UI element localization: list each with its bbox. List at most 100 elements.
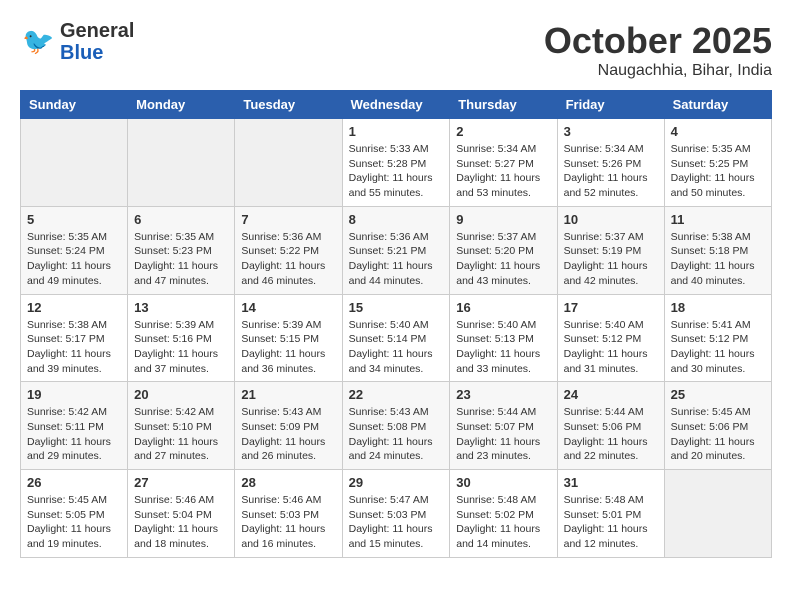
calendar-cell: 6 Sunrise: 5:35 AM Sunset: 5:23 PM Daylig…: [128, 206, 235, 294]
calendar-cell: 12Sunrise: 5:38 AM Sunset: 5:17 PM Dayli…: [21, 294, 128, 382]
day-info: Sunrise: 5:37 AM Sunset: 5:19 PM Dayligh…: [564, 230, 658, 289]
calendar-cell: 7Sunrise: 5:36 AM Sunset: 5:22 PM Daylig…: [235, 206, 342, 294]
day-number: 30: [456, 475, 550, 490]
day-number: 10: [564, 212, 658, 227]
calendar-cell: 10 Sunrise: 5:37 AM Sunset: 5:19 PM Dayli…: [557, 206, 664, 294]
day-number: 20: [134, 387, 228, 402]
calendar-cell: [128, 119, 235, 207]
day-number: 27: [134, 475, 228, 490]
calendar-cell: 14 Sunrise: 5:39 AM Sunset: 5:15 PM Dayli…: [235, 294, 342, 382]
calendar-cell: 31Sunrise: 5:48 AM Sunset: 5:01 PM Dayli…: [557, 470, 664, 558]
logo: 🐦 General Blue: [20, 20, 134, 64]
day-info: Sunrise: 5:45 AM Sunset: 5:06 PM Dayligh…: [671, 405, 765, 464]
day-number: 3: [564, 124, 658, 139]
calendar-cell: 3 Sunrise: 5:34 AM Sunset: 5:26 PM Daylig…: [557, 119, 664, 207]
calendar-cell: 27 Sunrise: 5:46 AM Sunset: 5:04 PM Dayli…: [128, 470, 235, 558]
day-info: Sunrise: 5:38 AM Sunset: 5:17 PM Dayligh…: [27, 318, 121, 377]
day-number: 6: [134, 212, 228, 227]
day-number: 2: [456, 124, 550, 139]
day-number: 5: [27, 212, 121, 227]
day-info: Sunrise: 5:34 AM Sunset: 5:26 PM Dayligh…: [564, 142, 658, 201]
day-number: 31: [564, 475, 658, 490]
location: Naugachhia, Bihar, India: [544, 62, 772, 80]
day-info: Sunrise: 5:36 AM Sunset: 5:21 PM Dayligh…: [349, 230, 444, 289]
day-info: Sunrise: 5:40 AM Sunset: 5:12 PM Dayligh…: [564, 318, 658, 377]
week-row-4: 19 Sunrise: 5:42 AM Sunset: 5:11 PM Dayli…: [21, 382, 772, 470]
day-info: Sunrise: 5:40 AM Sunset: 5:13 PM Dayligh…: [456, 318, 550, 377]
calendar-cell: 20 Sunrise: 5:42 AM Sunset: 5:10 PM Dayli…: [128, 382, 235, 470]
logo-text-block: General Blue: [60, 20, 134, 64]
calendar-cell: 13 Sunrise: 5:39 AM Sunset: 5:16 PM Dayli…: [128, 294, 235, 382]
title-block: October 2025 Naugachhia, Bihar, India: [544, 20, 772, 80]
day-info: Sunrise: 5:39 AM Sunset: 5:15 PM Dayligh…: [241, 318, 335, 377]
day-info: Sunrise: 5:40 AM Sunset: 5:14 PM Dayligh…: [349, 318, 444, 377]
weekday-header-friday: Friday: [557, 91, 664, 119]
day-number: 21: [241, 387, 335, 402]
day-info: Sunrise: 5:43 AM Sunset: 5:09 PM Dayligh…: [241, 405, 335, 464]
day-number: 13: [134, 300, 228, 315]
day-info: Sunrise: 5:35 AM Sunset: 5:25 PM Dayligh…: [671, 142, 765, 201]
calendar-cell: 11 Sunrise: 5:38 AM Sunset: 5:18 PM Dayli…: [664, 206, 771, 294]
day-info: Sunrise: 5:44 AM Sunset: 5:07 PM Dayligh…: [456, 405, 550, 464]
day-info: Sunrise: 5:48 AM Sunset: 5:02 PM Dayligh…: [456, 493, 550, 552]
day-number: 19: [27, 387, 121, 402]
day-info: Sunrise: 5:33 AM Sunset: 5:28 PM Dayligh…: [349, 142, 444, 201]
calendar-cell: [21, 119, 128, 207]
calendar-cell: 9Sunrise: 5:37 AM Sunset: 5:20 PM Daylig…: [450, 206, 557, 294]
day-info: Sunrise: 5:34 AM Sunset: 5:27 PM Dayligh…: [456, 142, 550, 201]
calendar-cell: 25 Sunrise: 5:45 AM Sunset: 5:06 PM Dayli…: [664, 382, 771, 470]
day-number: 15: [349, 300, 444, 315]
calendar-cell: 15 Sunrise: 5:40 AM Sunset: 5:14 PM Dayli…: [342, 294, 450, 382]
logo-general: General: [60, 20, 134, 42]
calendar-cell: 16 Sunrise: 5:40 AM Sunset: 5:13 PM Dayli…: [450, 294, 557, 382]
day-info: Sunrise: 5:38 AM Sunset: 5:18 PM Dayligh…: [671, 230, 765, 289]
weekday-header-monday: Monday: [128, 91, 235, 119]
calendar-cell: 8 Sunrise: 5:36 AM Sunset: 5:21 PM Daylig…: [342, 206, 450, 294]
day-number: 24: [564, 387, 658, 402]
week-row-3: 12Sunrise: 5:38 AM Sunset: 5:17 PM Dayli…: [21, 294, 772, 382]
day-info: Sunrise: 5:46 AM Sunset: 5:03 PM Dayligh…: [241, 493, 335, 552]
day-number: 11: [671, 212, 765, 227]
day-number: 14: [241, 300, 335, 315]
calendar-cell: 26Sunrise: 5:45 AM Sunset: 5:05 PM Dayli…: [21, 470, 128, 558]
svg-text:🐦: 🐦: [22, 26, 54, 56]
day-info: Sunrise: 5:39 AM Sunset: 5:16 PM Dayligh…: [134, 318, 228, 377]
weekday-header-row: SundayMondayTuesdayWednesdayThursdayFrid…: [21, 91, 772, 119]
week-row-2: 5 Sunrise: 5:35 AM Sunset: 5:24 PM Daylig…: [21, 206, 772, 294]
day-info: Sunrise: 5:44 AM Sunset: 5:06 PM Dayligh…: [564, 405, 658, 464]
weekday-header-tuesday: Tuesday: [235, 91, 342, 119]
day-info: Sunrise: 5:36 AM Sunset: 5:22 PM Dayligh…: [241, 230, 335, 289]
weekday-header-sunday: Sunday: [21, 91, 128, 119]
calendar-cell: 29Sunrise: 5:47 AM Sunset: 5:03 PM Dayli…: [342, 470, 450, 558]
calendar-cell: 1Sunrise: 5:33 AM Sunset: 5:28 PM Daylig…: [342, 119, 450, 207]
day-number: 16: [456, 300, 550, 315]
day-info: Sunrise: 5:42 AM Sunset: 5:11 PM Dayligh…: [27, 405, 121, 464]
calendar-cell: 21 Sunrise: 5:43 AM Sunset: 5:09 PM Dayli…: [235, 382, 342, 470]
day-number: 17: [564, 300, 658, 315]
logo-blue: Blue: [60, 42, 103, 64]
calendar-cell: 18Sunrise: 5:41 AM Sunset: 5:12 PM Dayli…: [664, 294, 771, 382]
page-header: 🐦 General Blue October 2025 Naugachhia, …: [20, 20, 772, 80]
calendar-cell: 30 Sunrise: 5:48 AM Sunset: 5:02 PM Dayli…: [450, 470, 557, 558]
calendar-cell: 24 Sunrise: 5:44 AM Sunset: 5:06 PM Dayli…: [557, 382, 664, 470]
week-row-5: 26Sunrise: 5:45 AM Sunset: 5:05 PM Dayli…: [21, 470, 772, 558]
logo-icon: 🐦: [20, 24, 56, 60]
day-number: 25: [671, 387, 765, 402]
calendar-cell: 23Sunrise: 5:44 AM Sunset: 5:07 PM Dayli…: [450, 382, 557, 470]
day-info: Sunrise: 5:42 AM Sunset: 5:10 PM Dayligh…: [134, 405, 228, 464]
calendar-table: SundayMondayTuesdayWednesdayThursdayFrid…: [20, 90, 772, 558]
calendar-cell: 19 Sunrise: 5:42 AM Sunset: 5:11 PM Dayli…: [21, 382, 128, 470]
day-number: 4: [671, 124, 765, 139]
day-info: Sunrise: 5:46 AM Sunset: 5:04 PM Dayligh…: [134, 493, 228, 552]
calendar-cell: 17 Sunrise: 5:40 AM Sunset: 5:12 PM Dayli…: [557, 294, 664, 382]
day-number: 8: [349, 212, 444, 227]
calendar-cell: 22Sunrise: 5:43 AM Sunset: 5:08 PM Dayli…: [342, 382, 450, 470]
calendar-cell: 5 Sunrise: 5:35 AM Sunset: 5:24 PM Daylig…: [21, 206, 128, 294]
calendar-cell: [235, 119, 342, 207]
day-number: 26: [27, 475, 121, 490]
day-info: Sunrise: 5:35 AM Sunset: 5:24 PM Dayligh…: [27, 230, 121, 289]
day-number: 18: [671, 300, 765, 315]
calendar-cell: 4 Sunrise: 5:35 AM Sunset: 5:25 PM Daylig…: [664, 119, 771, 207]
day-number: 28: [241, 475, 335, 490]
day-info: Sunrise: 5:35 AM Sunset: 5:23 PM Dayligh…: [134, 230, 228, 289]
